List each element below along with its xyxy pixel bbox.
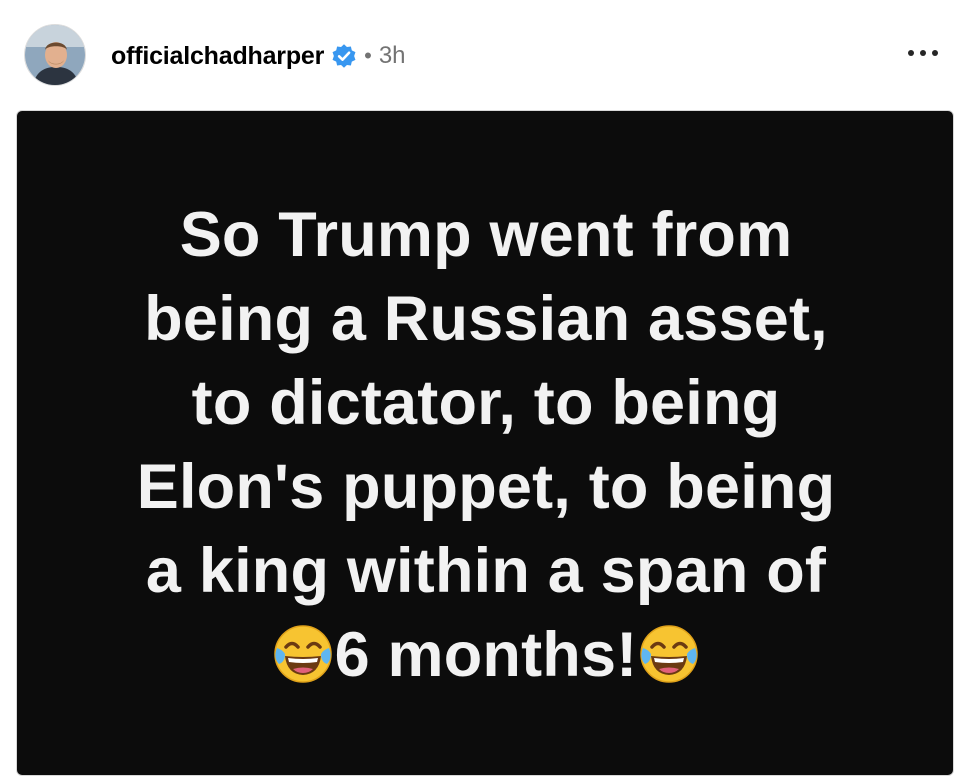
image-text-line: a king within a span of: [145, 536, 827, 606]
post-meta-row: officialchadharper • 3h: [111, 38, 406, 74]
image-text-last-line: 6 months!: [17, 613, 953, 697]
post-image[interactable]: So Trump went from being a Russian asset…: [16, 110, 954, 776]
face-with-tears-of-joy-emoji-icon: [637, 622, 701, 686]
username-link[interactable]: officialchadharper: [111, 42, 324, 71]
post-header: officialchadharper • 3h: [0, 0, 960, 108]
ellipsis-horizontal-icon: [908, 50, 914, 56]
image-text-line: 6 months!: [334, 620, 638, 690]
post-image-text: So Trump went from being a Russian asset…: [17, 193, 953, 697]
more-options-button[interactable]: [908, 42, 938, 64]
image-text-line: to dictator, to being: [191, 368, 781, 438]
avatar[interactable]: [24, 24, 86, 86]
ellipsis-dot: [932, 50, 938, 56]
avatar-photo-icon: [25, 25, 85, 85]
verified-badge-icon: [331, 43, 357, 69]
face-with-tears-of-joy-emoji-icon: [271, 622, 335, 686]
image-text-line: being a Russian asset,: [144, 284, 828, 354]
image-text-line: Elon's puppet, to being: [136, 452, 836, 522]
image-text-line: So Trump went from: [179, 200, 793, 270]
meta-separator: •: [364, 43, 372, 68]
post-timestamp[interactable]: 3h: [379, 42, 406, 70]
ellipsis-dot: [920, 50, 926, 56]
